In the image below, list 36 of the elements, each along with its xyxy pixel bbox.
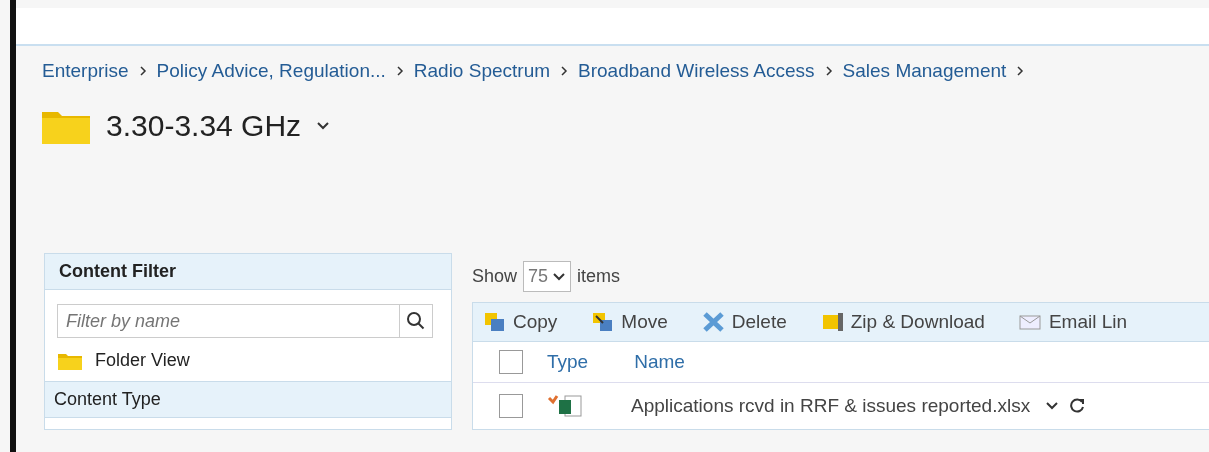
column-header[interactable]: Type (547, 351, 589, 373)
file-name-link[interactable]: Applications rcvd in RRF & issues reported.xlsx (631, 395, 1031, 417)
toolbar-button[interactable]: Delete (701, 311, 787, 333)
refresh-icon[interactable] (1070, 398, 1087, 414)
chevron-down-icon[interactable] (315, 120, 332, 132)
items-label: items (577, 266, 621, 287)
archive-icon (820, 311, 845, 333)
chevron-right-icon (395, 65, 404, 77)
breadcrumb-link[interactable]: Broadband Wireless Access (578, 60, 815, 82)
folder-view-link[interactable]: Folder View (95, 350, 190, 371)
breadcrumb-link[interactable]: Policy Advice, Regulation... (156, 60, 386, 82)
folder-title: 3.30-3.34 GHz (106, 109, 302, 143)
select-all-checkbox[interactable] (499, 350, 523, 374)
chevron-right-icon (1016, 65, 1025, 77)
cross-icon (701, 311, 726, 333)
panel-title: Content Filter (45, 254, 451, 290)
breadcrumb-link[interactable]: Enterprise (42, 60, 129, 82)
chevron-right-icon (824, 65, 833, 77)
chevron-right-icon (560, 65, 569, 77)
column-header[interactable]: Name (634, 351, 685, 373)
page-size-dropdown[interactable]: 75 (523, 261, 572, 292)
chevron-down-icon[interactable] (1044, 400, 1061, 412)
toolbar-button[interactable]: Zip & Download (820, 311, 985, 333)
toolbar-button[interactable]: Email Lin (1018, 311, 1128, 333)
toolbar-button[interactable]: Copy (483, 311, 558, 333)
search-field[interactable]: Filter by name (57, 304, 400, 338)
chevron-right-icon (138, 65, 147, 77)
show-label: Show (472, 266, 518, 287)
search-icon[interactable] (400, 304, 433, 338)
toolbar-button[interactable]: Move (591, 311, 668, 333)
copy-icon (483, 311, 507, 333)
breadcrumb-link[interactable]: Radio Spectrum (413, 60, 551, 82)
row-checkbox[interactable] (499, 394, 523, 418)
breadcrumb-link[interactable]: Sales Management (842, 60, 1007, 82)
chevron-down-icon[interactable] (552, 271, 567, 282)
section-header: Content Type (45, 381, 451, 418)
